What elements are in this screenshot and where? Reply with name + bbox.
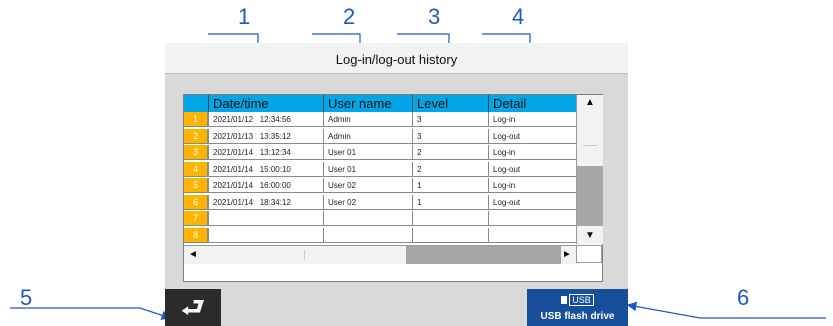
cell-user: User 01: [323, 145, 412, 159]
device-screen: Log-in/log-out history Date/time User na…: [165, 43, 628, 326]
horizontal-scroll-thumb[interactable]: [406, 246, 561, 264]
cell-user: [323, 211, 412, 225]
return-arrow-icon: ⮐: [181, 292, 205, 322]
scroll-down-icon[interactable]: ▼: [577, 230, 603, 241]
table-row[interactable]: 1 2021/01/12 12:34:56 Admin 3 Log-in: [184, 112, 576, 127]
cell-detail: Log-in: [488, 145, 576, 159]
row-number: 5: [184, 178, 208, 192]
table-header: Date/time User name Level Detail: [184, 95, 576, 112]
usb-icon: USB: [527, 293, 628, 307]
cell-level: 3: [412, 128, 488, 143]
callout-line-6: [626, 301, 826, 319]
callout-number-4: 4: [512, 4, 525, 29]
scroll-right-icon[interactable]: ►: [562, 249, 572, 260]
row-number: 3: [184, 145, 208, 159]
cell-level: [412, 211, 488, 225]
cell-user: Admin: [323, 112, 412, 126]
cell-detail: [488, 227, 576, 242]
scrollbar-grip: [583, 145, 597, 146]
cell-detail: [488, 211, 576, 225]
row-number: 4: [184, 161, 208, 176]
callout-number-2: 2: [343, 4, 356, 29]
cell-user: User 02: [323, 178, 412, 192]
table-row[interactable]: 2 2021/01/13 13:35:12 Admin 3 Log-out: [184, 128, 576, 144]
table-row[interactable]: 4 2021/01/14 15:00:10 User 01 2 Log-out: [184, 161, 576, 177]
row-number: 7: [184, 211, 208, 225]
history-table: Date/time User name Level Detail 1 2021/0…: [183, 94, 603, 282]
row-number: 8: [184, 227, 208, 242]
cell-date: 2021/01/13 13:35:12: [208, 128, 323, 143]
header-level[interactable]: Level: [412, 95, 488, 112]
scroll-up-icon[interactable]: ▲: [577, 97, 603, 108]
cell-detail: Log-in: [488, 178, 576, 192]
bottom-bar: ⮐ USB USB flash drive: [165, 289, 628, 326]
header-detail[interactable]: Detail: [488, 95, 576, 112]
cell-date: 2021/01/14 13:12:34: [208, 145, 323, 159]
header-date-time[interactable]: Date/time: [208, 95, 323, 112]
usb-flash-drive-button[interactable]: USB USB flash drive: [527, 289, 628, 326]
cell-level: 1: [412, 178, 488, 192]
scrollbar-grip: [304, 250, 305, 260]
table-row[interactable]: 5 2021/01/14 16:00:00 User 02 1 Log-in: [184, 178, 576, 193]
table-row[interactable]: 3 2021/01/14 13:12:34 User 01 2 Log-in: [184, 145, 576, 160]
row-number: 2: [184, 128, 208, 143]
cell-user: Admin: [323, 128, 412, 143]
callout-number-1: 1: [238, 4, 251, 29]
cell-date: 2021/01/12 12:34:56: [208, 112, 323, 126]
callout-line-5: [10, 307, 172, 320]
cell-date: [208, 211, 323, 225]
callout-number-3: 3: [428, 4, 441, 29]
cell-level: 3: [412, 112, 488, 126]
callout-number-6: 6: [737, 285, 750, 310]
cell-detail: Log-in: [488, 112, 576, 126]
vertical-scroll-thumb[interactable]: [577, 166, 603, 226]
row-number: 1: [184, 112, 208, 126]
cell-detail: Log-out: [488, 161, 576, 176]
back-button[interactable]: ⮐: [165, 289, 221, 326]
page-title: Log-in/log-out history: [165, 43, 628, 74]
cell-level: [412, 227, 488, 242]
scrollbar-corner: [576, 245, 602, 263]
callout-number-5: 5: [20, 285, 33, 310]
cell-detail: Log-out: [488, 194, 576, 209]
cell-user: User 01: [323, 161, 412, 176]
cell-level: 2: [412, 145, 488, 159]
usb-button-label: USB flash drive: [540, 311, 615, 322]
row-number: 6: [184, 194, 208, 209]
cell-date: 2021/01/14 15:00:10: [208, 161, 323, 176]
cell-user: User 02: [323, 194, 412, 209]
horizontal-scrollbar[interactable]: ◄ ►: [184, 245, 576, 264]
vertical-scrollbar[interactable]: ▲ ▼: [576, 95, 603, 244]
cell-date: 2021/01/14 16:00:00: [208, 178, 323, 192]
cell-detail: Log-out: [488, 128, 576, 143]
table-row[interactable]: 7: [184, 211, 576, 226]
cell-date: [208, 227, 323, 242]
table-row[interactable]: 8: [184, 227, 576, 243]
cell-date: 2021/01/14 18:34:12: [208, 194, 323, 209]
cell-user: [323, 227, 412, 242]
scroll-left-icon[interactable]: ◄: [188, 249, 198, 260]
cell-level: 1: [412, 194, 488, 209]
header-row-number: [184, 95, 208, 112]
cell-level: 2: [412, 161, 488, 176]
header-user-name[interactable]: User name: [323, 95, 412, 112]
table-row[interactable]: 6 2021/01/14 18:34:12 User 02 1 Log-out: [184, 194, 576, 210]
